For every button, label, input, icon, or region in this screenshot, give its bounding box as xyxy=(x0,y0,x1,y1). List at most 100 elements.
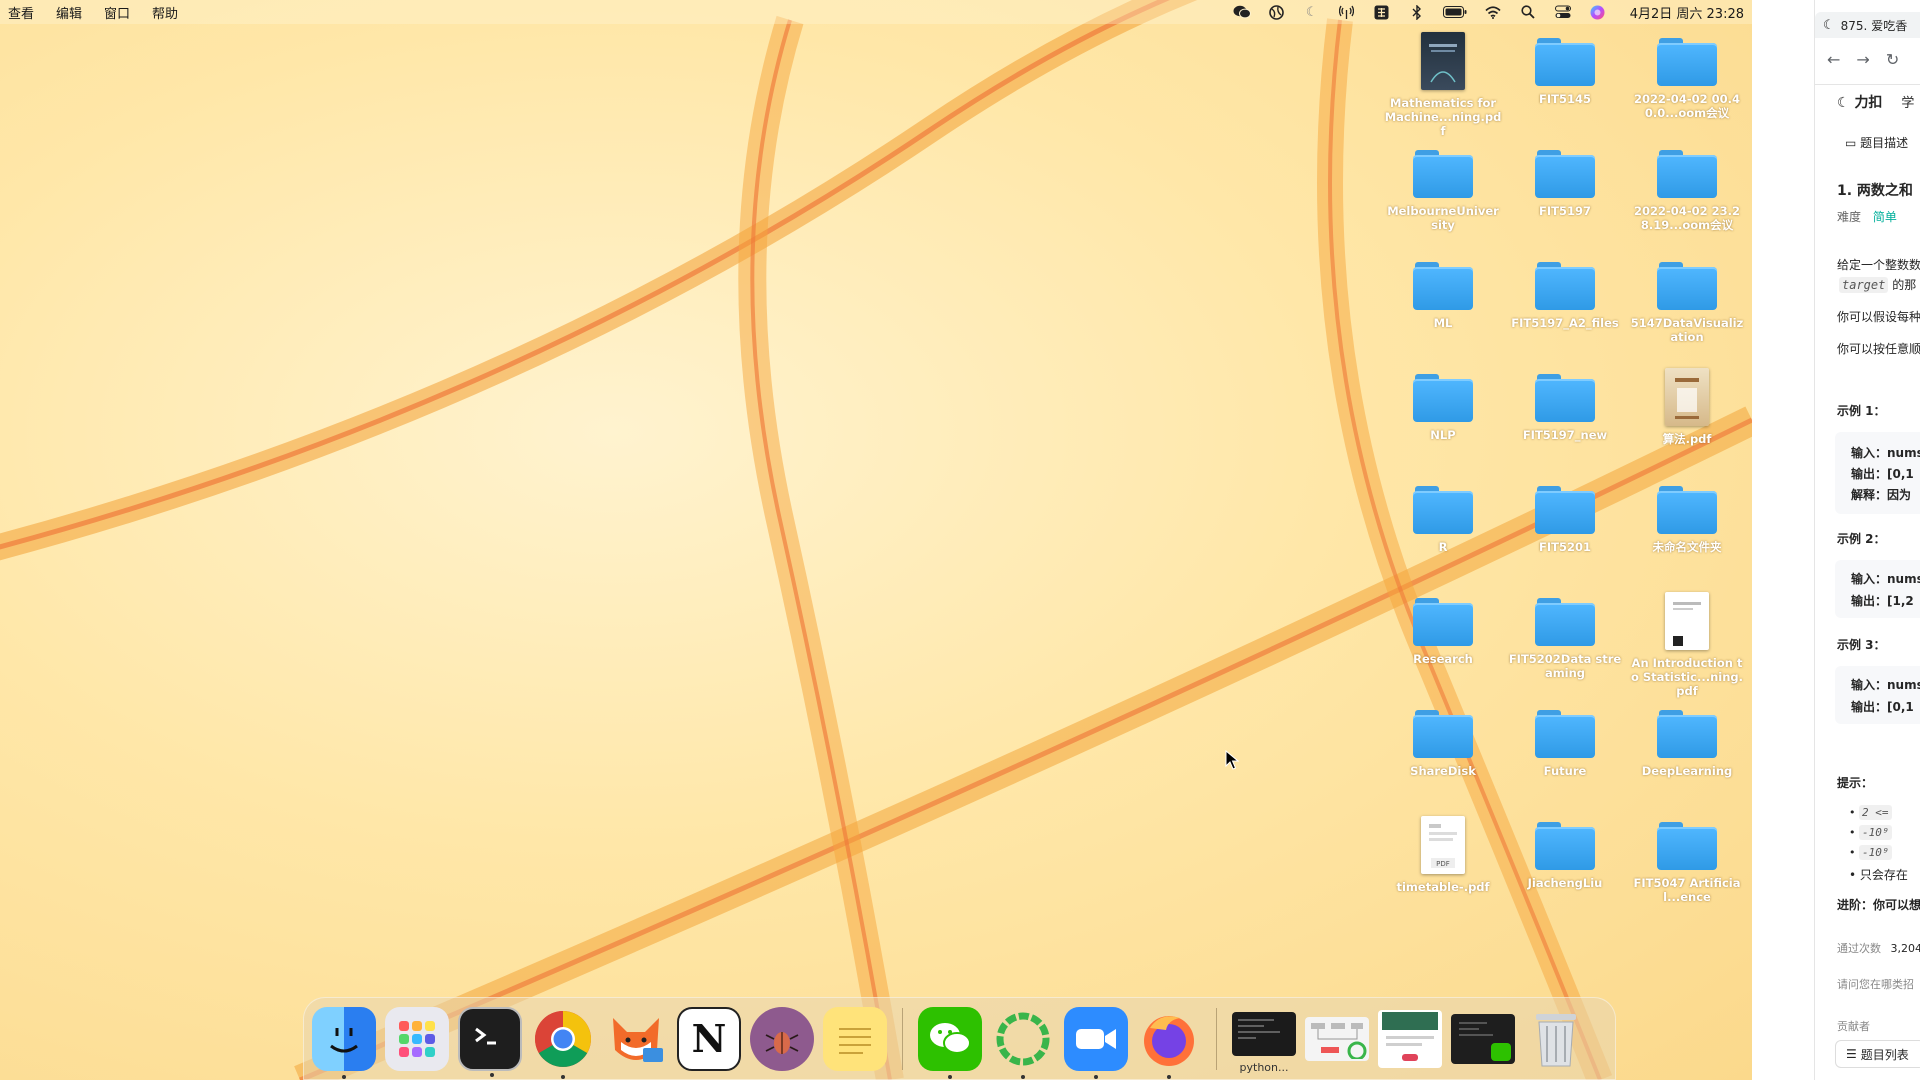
desktop-file[interactable]: 算法.pdf xyxy=(1628,368,1746,446)
folder-icon xyxy=(1535,38,1595,86)
desktop-item-label: JiachengLiu xyxy=(1527,876,1603,890)
stickies-app-icon[interactable] xyxy=(823,1006,887,1071)
example-3-output: 输出：[0,1 xyxy=(1851,700,1914,714)
menu-window[interactable]: 窗口 xyxy=(104,3,130,22)
desktop-folder[interactable]: NLP xyxy=(1384,368,1502,442)
wifi-icon[interactable] xyxy=(1484,4,1502,20)
site-nav-learn[interactable]: 学 xyxy=(1901,96,1914,111)
browser-tab[interactable]: ☾ 875. 爱吃香 xyxy=(1815,12,1920,38)
desktop-file[interactable]: PDF timetable-.pdf xyxy=(1384,816,1502,894)
menu-clock[interactable]: 4月2日 周六 23:28 xyxy=(1630,3,1744,22)
desktop-folder[interactable]: ShareDisk xyxy=(1384,704,1502,778)
desktop-folder[interactable]: FIT5197_new xyxy=(1506,368,1624,442)
hints-title: 提示： xyxy=(1837,776,1874,790)
menu-help[interactable]: 帮助 xyxy=(152,3,178,22)
site-logo[interactable]: ☾ 力扣 学 xyxy=(1837,92,1914,112)
desc-line-3: 你可以假设每种 xyxy=(1837,310,1920,324)
zoom-app-icon[interactable] xyxy=(1064,1006,1128,1079)
folder-icon xyxy=(1657,150,1717,198)
launchpad-app-icon[interactable] xyxy=(385,1006,449,1071)
moon-icon[interactable]: ☾ xyxy=(1303,4,1321,20)
forward-arrow-icon[interactable]: → xyxy=(1856,50,1869,69)
running-indicator xyxy=(948,1074,952,1079)
recent-python-window[interactable]: python... xyxy=(1232,1011,1296,1074)
desktop-folder[interactable]: 2022-04-02 23.28.19...oom会议 xyxy=(1628,144,1746,232)
desktop-folder[interactable]: Research xyxy=(1384,592,1502,666)
terminal-app-icon[interactable] xyxy=(458,1006,522,1077)
notion-app-icon[interactable]: N xyxy=(677,1006,741,1071)
dock-separator xyxy=(1216,1007,1217,1070)
folder-icon xyxy=(1657,710,1717,758)
passed-count: 通过次数 3,204 xyxy=(1837,942,1920,955)
wechat-icon[interactable] xyxy=(1233,4,1251,20)
desktop-folder[interactable]: ML xyxy=(1384,256,1502,330)
recent-spreadsheet-window[interactable] xyxy=(1378,1009,1442,1068)
desktop-folder[interactable]: FIT5197_A2_files xyxy=(1506,256,1624,330)
bug-app-icon[interactable] xyxy=(750,1006,814,1071)
example-1-explain: 解释：因为 xyxy=(1851,488,1912,502)
desktop-item-label: Research xyxy=(1413,652,1473,666)
ring-app-icon[interactable] xyxy=(991,1007,1055,1079)
desktop-file[interactable]: Mathematics for Machine...ning.pdf xyxy=(1384,32,1502,138)
running-indicator xyxy=(490,1072,494,1077)
desktop-folder[interactable]: FIT5201 xyxy=(1506,480,1624,554)
running-indicator xyxy=(342,1074,346,1079)
desktop-folder[interactable]: 5147DataVisualization xyxy=(1628,256,1746,344)
menu-edit[interactable]: 编辑 xyxy=(56,3,82,22)
control-center-icon[interactable] xyxy=(1554,4,1572,20)
battery-icon[interactable] xyxy=(1442,4,1467,20)
desktop-item-label: timetable-.pdf xyxy=(1396,880,1490,894)
desktop-file[interactable]: An Introduction to Statistic...ning.pdf xyxy=(1628,592,1746,698)
desktop-folder[interactable]: FIT5145 xyxy=(1506,32,1624,106)
folder-icon xyxy=(1535,710,1595,758)
difficulty-badge: 简单 xyxy=(1872,210,1897,224)
example-1-input: 输入：nums xyxy=(1851,446,1920,460)
running-indicator xyxy=(561,1074,565,1079)
folder-icon xyxy=(1413,598,1473,646)
chrome-app-icon[interactable] xyxy=(531,1007,595,1079)
tab-description[interactable]: ▭ 题目描述 xyxy=(1845,134,1908,151)
desktop-folder[interactable]: DeepLearning xyxy=(1628,704,1746,778)
recent-window-label: python... xyxy=(1239,1060,1289,1074)
reload-icon[interactable]: ↻ xyxy=(1886,50,1899,69)
foxmail-app-icon[interactable] xyxy=(604,1007,668,1071)
recent-wechat-window[interactable] xyxy=(1451,1013,1515,1064)
desktop-item-label: R xyxy=(1438,540,1448,554)
desktop-folder[interactable]: Future xyxy=(1506,704,1624,778)
siri-icon[interactable] xyxy=(1589,4,1607,20)
example-3-box xyxy=(1835,666,1920,724)
desktop-folder[interactable]: FIT5047 Artificial...ence xyxy=(1628,816,1746,904)
desktop-folder[interactable]: 2022-04-02 00.40.0...oom会议 xyxy=(1628,32,1746,120)
desktop-folder[interactable]: MelbourneUniversity xyxy=(1384,144,1502,232)
menu-bar: 查看 编辑 窗口 帮助 ☾ 4月2日 周六 23:28 xyxy=(0,0,1752,24)
input-method-icon[interactable] xyxy=(1373,4,1391,20)
wechat-app-icon[interactable] xyxy=(918,1006,982,1079)
desktop-folder[interactable]: FIT5202Data streaming xyxy=(1506,592,1624,680)
finder-app-icon[interactable] xyxy=(312,1006,376,1079)
desktop-folder[interactable]: R xyxy=(1384,480,1502,554)
problem-list-button[interactable]: ☰ 题目列表 xyxy=(1835,1040,1920,1068)
folder-icon xyxy=(1657,38,1717,86)
desktop-item-label: NLP xyxy=(1430,428,1456,442)
menu-view[interactable]: 查看 xyxy=(8,3,34,22)
list-icon: ☰ xyxy=(1846,1047,1857,1061)
desktop-folder[interactable]: 未命名文件夹 xyxy=(1628,480,1746,554)
desktop-folder[interactable]: FIT5197 xyxy=(1506,144,1624,218)
desktop-item-label: 算法.pdf xyxy=(1662,432,1712,446)
trash-icon[interactable] xyxy=(1524,1007,1588,1071)
desktop[interactable]: 查看 编辑 窗口 帮助 ☾ 4月2日 周六 23:28 Mathematics … xyxy=(0,0,1752,1080)
desktop-folder[interactable]: JiachengLiu xyxy=(1506,816,1624,890)
folder-icon xyxy=(1535,486,1595,534)
bluetooth-icon[interactable] xyxy=(1408,4,1426,20)
firefox-app-icon[interactable] xyxy=(1137,1007,1201,1079)
desktop-item-label: FIT5197_new xyxy=(1522,428,1608,442)
desktop-item-label: 2022-04-02 23.28.19...oom会议 xyxy=(1634,204,1740,232)
hint-1: • 2 <= xyxy=(1849,805,1892,820)
vpn-icon[interactable] xyxy=(1268,4,1286,20)
back-arrow-icon[interactable]: ← xyxy=(1827,50,1840,69)
antenna-icon[interactable] xyxy=(1338,4,1356,20)
running-indicator xyxy=(1094,1074,1098,1079)
desktop-item-label: ML xyxy=(1433,316,1453,330)
recent-diagram-window[interactable] xyxy=(1305,1016,1369,1061)
spotlight-icon[interactable] xyxy=(1519,4,1537,20)
